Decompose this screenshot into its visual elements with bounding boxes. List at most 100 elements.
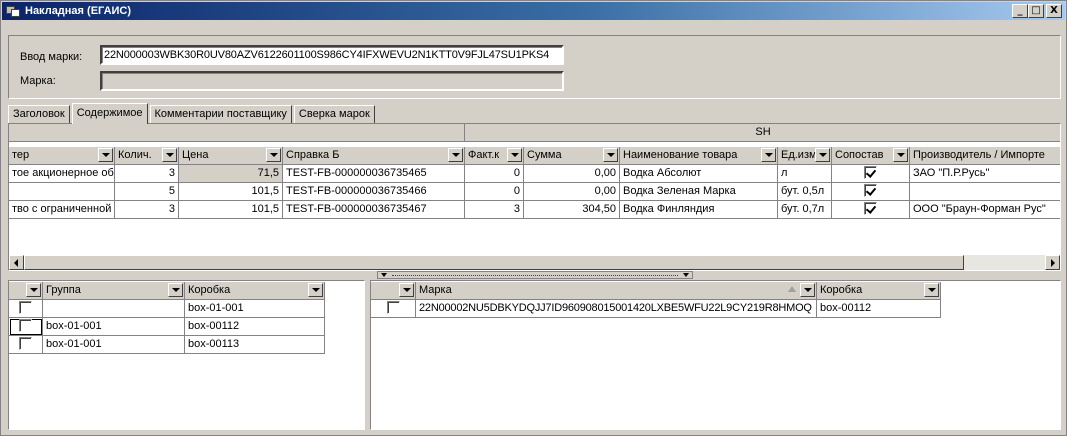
- chevron-down-icon[interactable]: [603, 148, 618, 162]
- row-checkbox[interactable]: [19, 319, 32, 332]
- table-cell-selected[interactable]: 71,5: [179, 165, 283, 183]
- col-header-importer[interactable]: Производитель / Импорте: [910, 147, 1060, 165]
- table-cell[interactable]: [9, 336, 43, 354]
- col-header-check[interactable]: [371, 282, 416, 300]
- matched-checkbox[interactable]: [864, 202, 877, 215]
- horizontal-scrollbar[interactable]: [9, 255, 1060, 270]
- col-header-label: Факт.к: [468, 149, 500, 161]
- chevron-down-icon[interactable]: [168, 283, 183, 297]
- col-header-unit[interactable]: Ед.изм: [778, 147, 832, 165]
- table-cell[interactable]: 304,50: [524, 201, 620, 219]
- table-cell[interactable]: бут. 0,5л: [778, 183, 832, 201]
- table-cell[interactable]: тво с ограниченной: [9, 201, 115, 219]
- tab-header[interactable]: Заголовок: [8, 105, 70, 123]
- chevron-down-icon[interactable]: [399, 283, 414, 297]
- col-header-name[interactable]: Наименование товара: [620, 147, 778, 165]
- col-header-ref[interactable]: Справка Б: [283, 147, 465, 165]
- table-cell[interactable]: 101,5: [179, 201, 283, 219]
- chevron-down-icon[interactable]: [26, 283, 41, 297]
- col-header-box[interactable]: Коробка: [185, 282, 325, 300]
- scrollbar-thumb[interactable]: [24, 255, 964, 270]
- scroll-left-icon[interactable]: [9, 255, 24, 270]
- row-checkbox[interactable]: [19, 337, 32, 350]
- table-cell[interactable]: тое акционерное общ: [9, 165, 115, 183]
- table-cell[interactable]: 0,00: [524, 183, 620, 201]
- table-cell[interactable]: 0: [465, 183, 524, 201]
- table-cell[interactable]: 101,5: [179, 183, 283, 201]
- mark-grid[interactable]: Марка Коробка 22N00002NU5DBKYDQJJ7ID9609…: [370, 280, 1061, 430]
- matched-checkbox[interactable]: [864, 166, 877, 179]
- row-checkbox[interactable]: [19, 301, 32, 314]
- col-header-label: Группа: [46, 284, 81, 296]
- table-cell[interactable]: [9, 300, 43, 318]
- table-cell[interactable]: box-00112: [185, 318, 325, 336]
- table-cell[interactable]: 5: [115, 183, 179, 201]
- tab-contents[interactable]: Содержимое: [71, 103, 148, 124]
- table-cell[interactable]: бут. 0,7л: [778, 201, 832, 219]
- col-header-qty[interactable]: Колич.: [115, 147, 179, 165]
- col-header-sum[interactable]: Сумма: [524, 147, 620, 165]
- chevron-down-icon[interactable]: [308, 283, 323, 297]
- table-cell-focused[interactable]: [9, 318, 43, 336]
- chevron-down-icon[interactable]: [924, 283, 939, 297]
- chevron-down-icon[interactable]: [266, 148, 281, 162]
- col-header-box[interactable]: Коробка: [817, 282, 941, 300]
- col-header-group[interactable]: Группа: [43, 282, 185, 300]
- pane-splitter[interactable]: [377, 271, 693, 279]
- table-cell[interactable]: [43, 300, 185, 318]
- table-cell[interactable]: 0: [465, 165, 524, 183]
- chevron-down-icon[interactable]: [507, 148, 522, 162]
- chevron-down-icon[interactable]: [800, 283, 815, 297]
- group-grid[interactable]: Группа Коробка box-01-001 box-01-001 box…: [8, 280, 365, 430]
- table-cell[interactable]: 3: [115, 201, 179, 219]
- chevron-down-icon[interactable]: [761, 148, 776, 162]
- table-cell[interactable]: ООО "Браун-Форман Рус": [910, 201, 1060, 219]
- table-cell[interactable]: Водка Финляндия: [620, 201, 778, 219]
- chevron-down-icon[interactable]: [815, 148, 830, 162]
- table-cell[interactable]: [832, 165, 910, 183]
- table-cell[interactable]: TEST-FB-000000036735467: [283, 201, 465, 219]
- table-cell[interactable]: 22N00002NU5DBKYDQJJ7ID960908015001420LXB…: [416, 300, 817, 318]
- title-bar[interactable]: Накладная (ЕГАИС) _ □ X: [2, 2, 1065, 20]
- scroll-right-icon[interactable]: [1045, 255, 1060, 270]
- row-checkbox[interactable]: [386, 301, 400, 314]
- table-cell[interactable]: [371, 300, 416, 318]
- col-header-check[interactable]: [9, 282, 43, 300]
- table-cell[interactable]: [832, 183, 910, 201]
- table-cell[interactable]: 3: [115, 165, 179, 183]
- minimize-button[interactable]: _: [1012, 4, 1028, 18]
- table-cell[interactable]: TEST-FB-000000036735466: [283, 183, 465, 201]
- table-cell[interactable]: box-01-001: [43, 318, 185, 336]
- table-cell[interactable]: [9, 183, 115, 201]
- tab-supplier-comments[interactable]: Комментарии поставщику: [149, 105, 292, 123]
- table-cell[interactable]: box-00113: [185, 336, 325, 354]
- table-cell[interactable]: 0,00: [524, 165, 620, 183]
- mark-input-field[interactable]: 22N000003WBK30R0UV80AZV6122601100S986CY4…: [100, 45, 564, 65]
- chevron-down-icon[interactable]: [98, 148, 113, 162]
- table-cell[interactable]: box-01-001: [185, 300, 325, 318]
- table-cell[interactable]: 3: [465, 201, 524, 219]
- table-cell[interactable]: ЗАО "П.Р.Русь": [910, 165, 1060, 183]
- matched-checkbox[interactable]: [864, 184, 877, 197]
- table-cell[interactable]: [910, 183, 1060, 201]
- chevron-down-icon: [683, 273, 689, 277]
- col-header-fact[interactable]: Факт.к: [465, 147, 524, 165]
- maximize-button[interactable]: □: [1028, 4, 1044, 18]
- table-cell[interactable]: Водка Абсолют: [620, 165, 778, 183]
- table-cell[interactable]: box-01-001: [43, 336, 185, 354]
- table-cell[interactable]: box-00112: [817, 300, 941, 318]
- table-cell[interactable]: Водка Зеленая Марка: [620, 183, 778, 201]
- table-cell[interactable]: TEST-FB-000000036735465: [283, 165, 465, 183]
- tab-mark-reconciliation[interactable]: Сверка марок: [293, 105, 375, 123]
- chevron-down-icon[interactable]: [162, 148, 177, 162]
- col-header-price[interactable]: Цена: [179, 147, 283, 165]
- chevron-down-icon[interactable]: [893, 148, 908, 162]
- table-cell[interactable]: [832, 201, 910, 219]
- col-header-matched[interactable]: Сопостав: [832, 147, 910, 165]
- close-button[interactable]: X: [1046, 4, 1062, 18]
- chevron-down-icon[interactable]: [448, 148, 463, 162]
- col-header-mark[interactable]: Марка: [416, 282, 817, 300]
- table-cell[interactable]: л: [778, 165, 832, 183]
- col-header-producer[interactable]: тер: [9, 147, 115, 165]
- contents-grid[interactable]: SH тер Колич. Цена Справка Б Факт.к Сумм…: [8, 123, 1061, 271]
